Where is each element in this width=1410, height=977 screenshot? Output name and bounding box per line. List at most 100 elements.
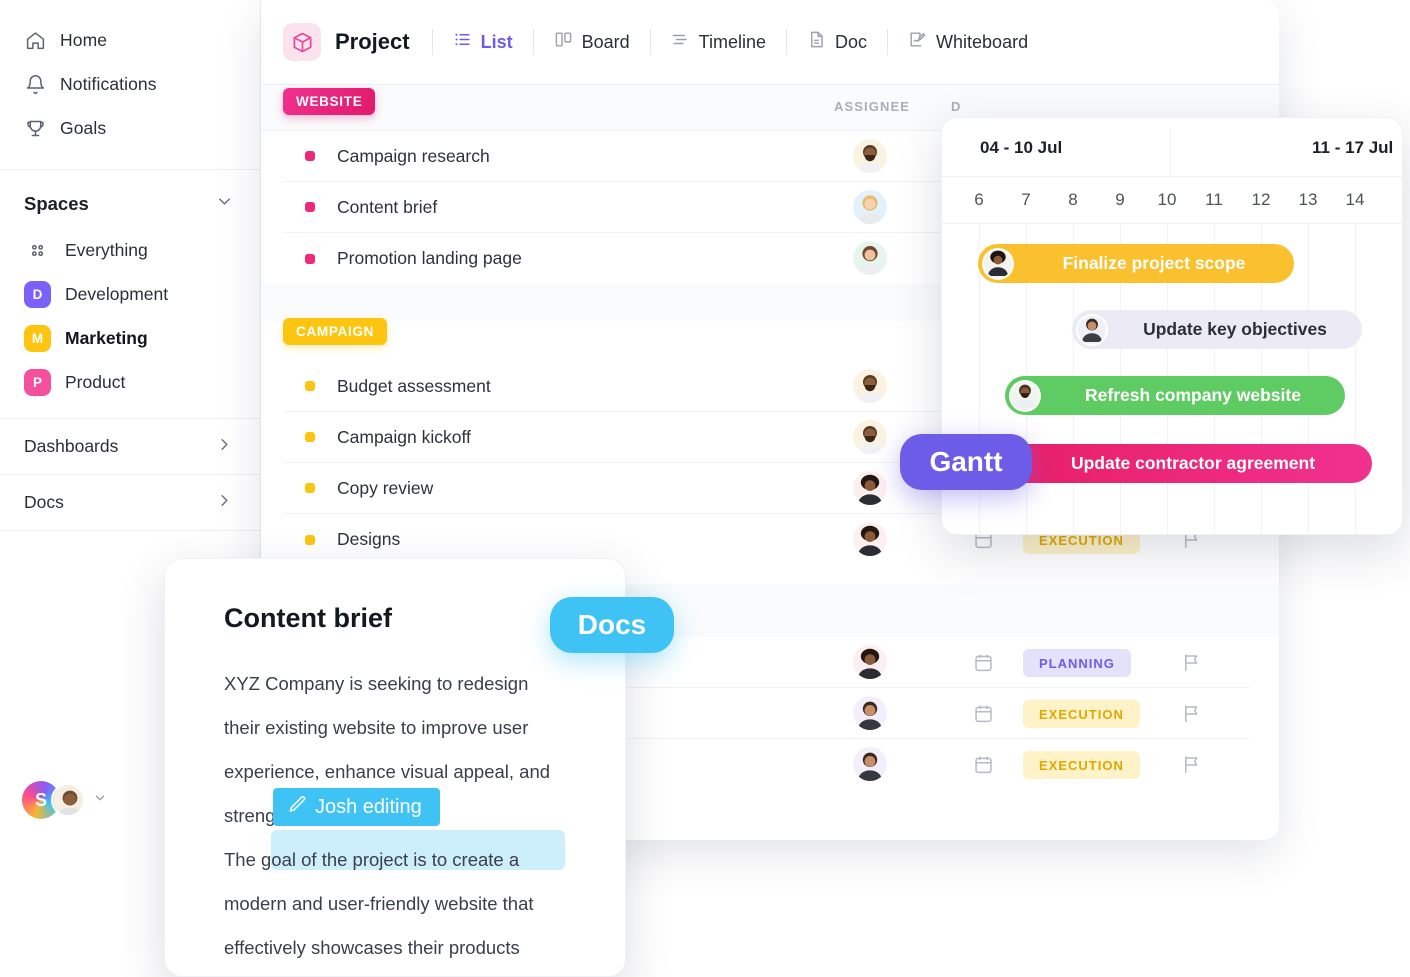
chevron-right-icon[interactable] (215, 491, 234, 515)
chevron-down-icon[interactable] (215, 192, 234, 216)
assignee-cell[interactable] (853, 747, 887, 781)
tab-label: List (480, 31, 513, 52)
gantt-bar-label: Update contractor agreement (1070, 453, 1316, 473)
gantt-bar-update-key-objectives[interactable]: Update key objectives (1072, 310, 1362, 349)
gantt-day-label: 10 (1157, 190, 1177, 209)
avatar[interactable] (853, 241, 887, 275)
avatar[interactable] (853, 696, 887, 730)
avatar[interactable] (853, 369, 887, 403)
status-badge[interactable]: PLANNING (1023, 649, 1131, 677)
sidebar-item-home[interactable]: Home (0, 18, 260, 62)
doc-line: their existing website to improve user (224, 717, 529, 738)
gantt-day-header: 6 7 8 9 10 11 12 13 14 (942, 176, 1402, 224)
divider (431, 29, 433, 55)
assignee-cell[interactable] (853, 241, 887, 275)
avatar[interactable] (853, 747, 887, 781)
sidebar-item-goals[interactable]: Goals (0, 106, 260, 150)
tab-label: Doc (835, 31, 868, 52)
status-badge[interactable]: EXECUTION (1023, 700, 1140, 728)
tab-board[interactable]: Board (536, 22, 648, 62)
gantt-bar-update-contractor-agreement[interactable]: Update contractor agreement (978, 444, 1372, 483)
avatar[interactable] (982, 247, 1014, 280)
divider (649, 29, 651, 55)
status-badge[interactable]: EXECUTION (1023, 751, 1140, 779)
sidebar-item-label: Product (65, 371, 126, 392)
flag-icon[interactable] (1181, 754, 1202, 780)
cube-icon (283, 23, 321, 61)
column-header-due-date: D (951, 99, 962, 114)
priority-dot (305, 381, 315, 391)
sidebar-item-label: Goals (60, 117, 107, 138)
flag-icon[interactable] (1181, 652, 1202, 678)
board-icon (554, 30, 573, 54)
chevron-down-icon[interactable] (93, 791, 107, 810)
assignee-cell[interactable] (853, 522, 887, 556)
sidebar-item-label: Development (65, 283, 169, 304)
tab-list[interactable]: List (435, 22, 531, 62)
calendar-icon[interactable] (973, 703, 994, 729)
docs-pill-badge[interactable]: Docs (550, 597, 674, 653)
avatar[interactable] (853, 645, 887, 679)
calendar-icon[interactable] (973, 652, 994, 678)
flag-icon[interactable] (1181, 703, 1202, 729)
divider (532, 29, 534, 55)
tab-label: Whiteboard (936, 31, 1029, 52)
chevron-right-icon[interactable] (215, 435, 234, 459)
gantt-bar-label: Refresh company website (1085, 385, 1301, 405)
group-badge-website[interactable]: WEBSITE (283, 88, 376, 115)
assignee-cell[interactable] (853, 696, 887, 730)
assignee-cell[interactable] (853, 645, 887, 679)
sidebar-item-marketing[interactable]: M Marketing (0, 316, 260, 360)
spaces-header[interactable]: Spaces (0, 170, 260, 228)
avatar[interactable] (853, 522, 887, 556)
sidebar-item-label: Dashboards (24, 436, 119, 456)
avatar[interactable] (853, 190, 887, 224)
gantt-day-label: 9 (1115, 190, 1125, 209)
assignee-cell[interactable] (853, 190, 887, 224)
sidebar-item-notifications[interactable]: Notifications (0, 62, 260, 106)
divider (786, 29, 788, 55)
gantt-pill-badge[interactable]: Gantt (900, 434, 1032, 490)
tab-whiteboard[interactable]: Whiteboard (890, 22, 1046, 62)
gantt-day-label: 14 (1345, 190, 1365, 209)
calendar-icon[interactable] (973, 754, 994, 780)
priority-dot (305, 151, 315, 161)
assignee-cell[interactable] (853, 139, 887, 173)
assignee-cell[interactable] (853, 471, 887, 505)
sidebar-item-development[interactable]: D Development (0, 272, 260, 316)
spaces-title: Spaces (24, 193, 89, 214)
sidebar-item-label: Notifications (60, 73, 157, 94)
sidebar-item-dashboards[interactable]: Dashboards (0, 419, 260, 474)
user-avatar-cluster[interactable]: S (22, 781, 107, 819)
gantt-week-divider (1170, 128, 1171, 176)
tab-timeline[interactable]: Timeline (653, 22, 784, 62)
avatar[interactable] (853, 471, 887, 505)
avatar[interactable] (1076, 313, 1108, 346)
status-badge-label: EXECUTION (1023, 751, 1140, 779)
avatar[interactable] (1009, 379, 1041, 412)
gantt-day-label: 12 (1251, 190, 1271, 209)
sidebar-item-label: Docs (24, 492, 64, 512)
sidebar-item-product[interactable]: P Product (0, 360, 260, 404)
doc-line: XYZ Company is seeking to redesign (224, 673, 529, 694)
avatar[interactable] (51, 783, 85, 817)
sidebar-item-docs[interactable]: Docs (0, 475, 260, 530)
doc-icon (807, 30, 826, 54)
column-header-assignee: ASSIGNEE (834, 99, 910, 114)
doc-body[interactable]: XYZ Company is seeking to redesign their… (224, 662, 582, 970)
gantt-bar-refresh-company-website[interactable]: Refresh company website (1005, 376, 1345, 415)
sidebar-item-label: Marketing (65, 327, 148, 348)
home-icon (24, 29, 46, 51)
group-badge-campaign[interactable]: CAMPAIGN (283, 318, 388, 345)
sidebar-item-everything[interactable]: Everything (0, 228, 260, 272)
avatar[interactable] (853, 420, 887, 454)
tab-doc[interactable]: Doc (789, 22, 885, 62)
gantt-bar-finalize-project-scope[interactable]: Finalize project scope (978, 244, 1294, 283)
task-name: Campaign research (337, 145, 490, 166)
page-title: Project (335, 29, 410, 54)
avatar[interactable] (853, 139, 887, 173)
priority-dot (305, 202, 315, 212)
assignee-cell[interactable] (853, 420, 887, 454)
app-screenshot: Home Notifications Goals Spaces Everythi… (0, 0, 1410, 977)
assignee-cell[interactable] (853, 369, 887, 403)
